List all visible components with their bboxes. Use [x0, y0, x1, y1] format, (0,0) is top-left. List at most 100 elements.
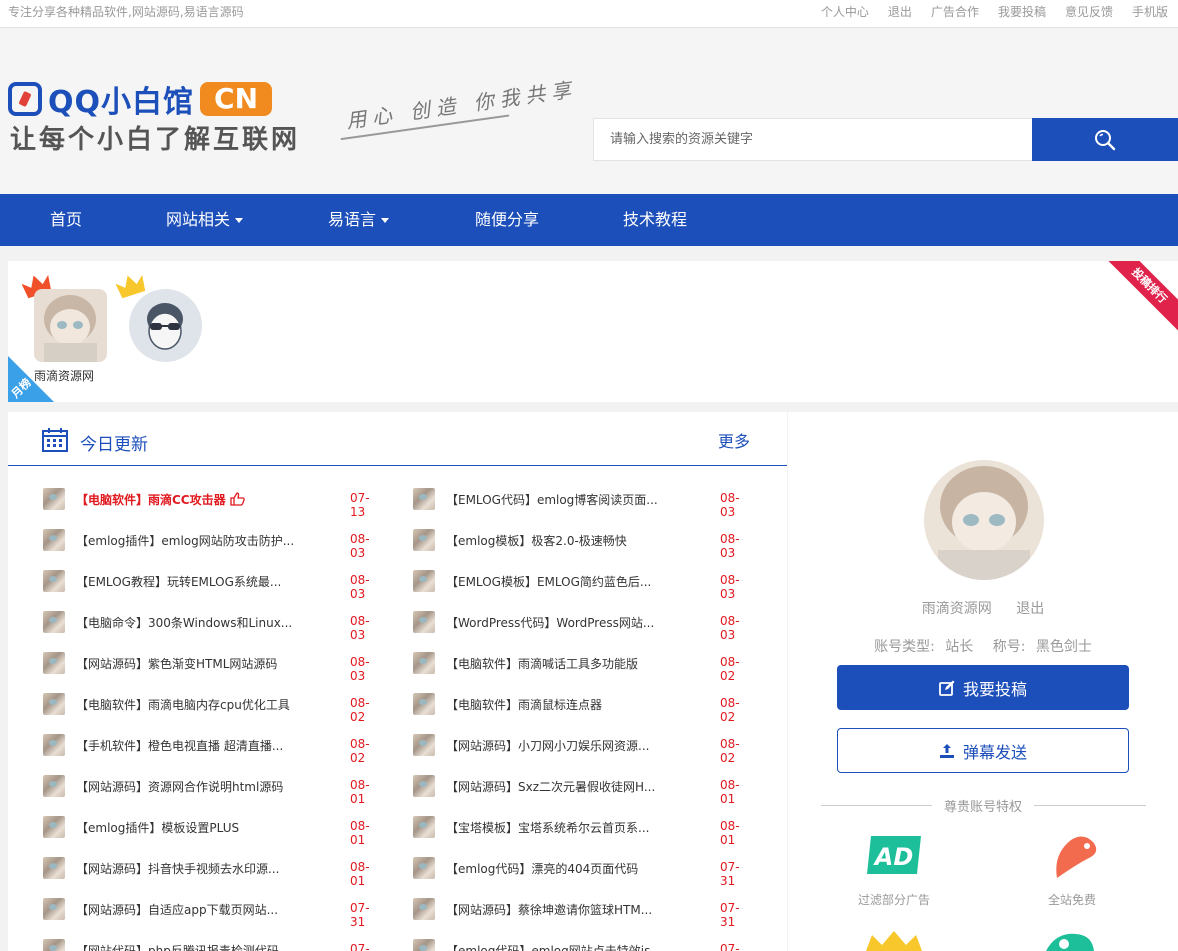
logo-tagline: 让每个小白了解互联网 — [10, 125, 301, 155]
item-title-text: 【电脑软件】雨滴CC攻击器 — [76, 493, 226, 507]
nav-easy-language[interactable]: 易语言 — [328, 194, 390, 246]
search-button[interactable] — [1032, 118, 1178, 161]
thumbnail — [43, 857, 65, 879]
thumbnail — [413, 734, 435, 756]
item-title: 【电脑命令】300条Windows和Linux... — [76, 616, 293, 630]
top-link-submit[interactable]: 我要投稿 — [998, 3, 1046, 20]
list-item[interactable]: 【电脑软件】雨滴鼠标连点器 08-02 — [413, 686, 753, 727]
thumbs-up-icon — [229, 492, 245, 506]
item-date: 08-03 — [720, 614, 740, 642]
ad-block-icon: AD — [867, 836, 921, 874]
item-title: 【EMLOG教程】玩转EMLOG系统最... — [76, 575, 282, 589]
item-date: 08-01 — [350, 860, 370, 888]
panel-header: 今日更新 更多 — [8, 412, 787, 466]
item-title: 【EMLOG代码】emlog博客阅读页面... — [446, 493, 658, 507]
list-item[interactable]: 【网站源码】抖音快手视频去水印源... 08-01 — [43, 850, 383, 891]
username-link[interactable]: 雨滴资源网 — [922, 601, 992, 617]
thumbnail — [413, 611, 435, 633]
item-date: 07-31 — [720, 860, 740, 888]
item-date: 08-03 — [720, 532, 740, 560]
account-type-value: 站长 — [945, 639, 974, 655]
search-input[interactable] — [593, 118, 1032, 161]
logout-link[interactable]: 退出 — [1016, 601, 1044, 617]
item-date: 07-31 — [350, 901, 370, 929]
crown-gold-icon — [116, 275, 146, 299]
list-item[interactable]: 【网站源码】Sxz二次元暑假收徒网H... 08-01 — [413, 768, 753, 809]
list-item[interactable]: 【WordPress代码】WordPress网站... 08-03 — [413, 604, 753, 645]
nav-home-label: 首页 — [50, 210, 83, 229]
top-link-ads[interactable]: 广告合作 — [931, 3, 979, 20]
item-title: 【网站源码】资源网合作说明html源码 — [76, 780, 284, 794]
list-item[interactable]: 【手机软件】橙色电视直播 超清直播... 08-02 — [43, 727, 383, 768]
today-updates-panel: 今日更新 更多 【电脑软件】雨滴CC攻击器 07-13 【emlog插件】emlo… — [8, 412, 787, 951]
logo-cn-badge: CN — [200, 82, 272, 116]
item-title: 【emlog插件】emlog网站防攻击防护... — [76, 534, 295, 548]
item-date: 08-03 — [350, 573, 370, 601]
thumbnail — [413, 939, 435, 951]
item-title: 【emlog代码】emlog网站点击特效js — [446, 944, 651, 951]
item-title: 【宝塔模板】宝塔系统希尔云首页系... — [446, 821, 650, 835]
nav-tutorials[interactable]: 技术教程 — [623, 194, 687, 246]
list-item[interactable]: 【网站源码】自适应app下载页网站... 07-31 — [43, 891, 383, 932]
thumbnail — [413, 570, 435, 592]
thumbnail — [43, 570, 65, 592]
top-link-user-center[interactable]: 个人中心 — [821, 3, 869, 20]
list-item[interactable]: 【网站源码】资源网合作说明html源码 08-01 — [43, 768, 383, 809]
list-item[interactable]: 【EMLOG教程】玩转EMLOG系统最... 08-03 — [43, 563, 383, 604]
free-tag-icon — [1056, 836, 1097, 878]
user-avatar[interactable] — [924, 460, 1044, 580]
thumbnail — [413, 488, 435, 510]
site-logo[interactable]: QQ小白馆 CN 让每个小白了解互联网 — [8, 81, 303, 155]
list-item[interactable]: 【电脑软件】雨滴电脑内存cpu优化工具 08-02 — [43, 686, 383, 727]
thumbnail — [413, 816, 435, 838]
user-sidebar: 雨滴资源网 退出 账号类型: 站长 称号: 黑色剑士 我要投稿 弹幕发送 尊贵账… — [788, 412, 1178, 951]
thumbnail — [413, 529, 435, 551]
item-date: 08-03 — [720, 491, 740, 519]
list-item[interactable]: 【网站源码】紫色渐变HTML网站源码 08-03 — [43, 645, 383, 686]
nav-easy-language-label: 易语言 — [328, 210, 377, 229]
submission-ranking: 雨滴资源网 月榜 投稿排行 — [8, 261, 1178, 402]
top-link-mobile[interactable]: 手机版 — [1132, 3, 1168, 20]
item-date: 08-01 — [720, 778, 740, 806]
user-names: 雨滴资源网 退出 — [788, 598, 1178, 618]
caret-down-icon — [235, 218, 244, 223]
item-date: 08-01 — [350, 778, 370, 806]
list-item[interactable]: 【emlog代码】漂亮的404页面代码 07-31 — [413, 850, 753, 891]
list-item[interactable]: 【emlog插件】模板设置PLUS 08-01 — [43, 809, 383, 850]
top-link-feedback[interactable]: 意见反馈 — [1065, 3, 1113, 20]
list-item[interactable]: 【宝塔模板】宝塔系统希尔云首页系... 08-01 — [413, 809, 753, 850]
nav-website[interactable]: 网站相关 — [166, 194, 244, 246]
item-title: 【emlog插件】模板设置PLUS — [76, 821, 240, 835]
item-title: 【EMLOG模板】EMLOG简约蓝色后... — [446, 575, 652, 589]
item-date: 07-31 — [720, 901, 740, 929]
list-item[interactable]: 【EMLOG模板】EMLOG简约蓝色后... 08-03 — [413, 563, 753, 604]
more-link[interactable]: 更多 — [718, 428, 750, 452]
top-user-avatar[interactable] — [34, 289, 107, 362]
list-item[interactable]: 【电脑软件】雨滴CC攻击器 07-13 — [43, 481, 383, 522]
avatar-image — [129, 289, 202, 362]
item-date: 08-03 — [350, 614, 370, 642]
list-item[interactable]: 【网站源码】蔡徐坤邀请你篮球HTM... 07-31 — [413, 891, 753, 932]
thumbnail — [43, 611, 65, 633]
item-date: 08-02 — [350, 696, 370, 724]
nav-home[interactable]: 首页 — [50, 194, 82, 246]
list-item[interactable]: 【emlog插件】emlog网站防攻击防护... 08-03 — [43, 522, 383, 563]
list-item[interactable]: 【emlog模板】极客2.0-极速畅快 08-03 — [413, 522, 753, 563]
item-date: 08-03 — [350, 532, 370, 560]
top-link-logout[interactable]: 退出 — [888, 3, 912, 20]
nav-share[interactable]: 随便分享 — [475, 194, 539, 246]
edit-icon — [939, 680, 955, 696]
list-item[interactable]: 【网站源码】小刀网小刀娱乐网资源... 08-02 — [413, 727, 753, 768]
submit-button[interactable]: 我要投稿 — [837, 665, 1129, 710]
list-item[interactable]: 【网站代码】php反腾讯报毒检测代码 07-31 — [43, 932, 383, 951]
second-user-avatar[interactable] — [129, 289, 202, 362]
list-item[interactable]: 【emlog代码】emlog网站点击特效js 07-31 — [413, 932, 753, 951]
list-item[interactable]: 【电脑软件】雨滴喊话工具多功能版 08-02 — [413, 645, 753, 686]
item-title: 【WordPress代码】WordPress网站... — [446, 616, 655, 630]
danmaku-button[interactable]: 弹幕发送 — [837, 728, 1129, 773]
caret-down-icon — [381, 218, 390, 223]
list-item[interactable]: 【EMLOG代码】emlog博客阅读页面... 08-03 — [413, 481, 753, 522]
list-item[interactable]: 【电脑命令】300条Windows和Linux... 08-03 — [43, 604, 383, 645]
thumbnail — [413, 775, 435, 797]
thumbnail — [43, 693, 65, 715]
